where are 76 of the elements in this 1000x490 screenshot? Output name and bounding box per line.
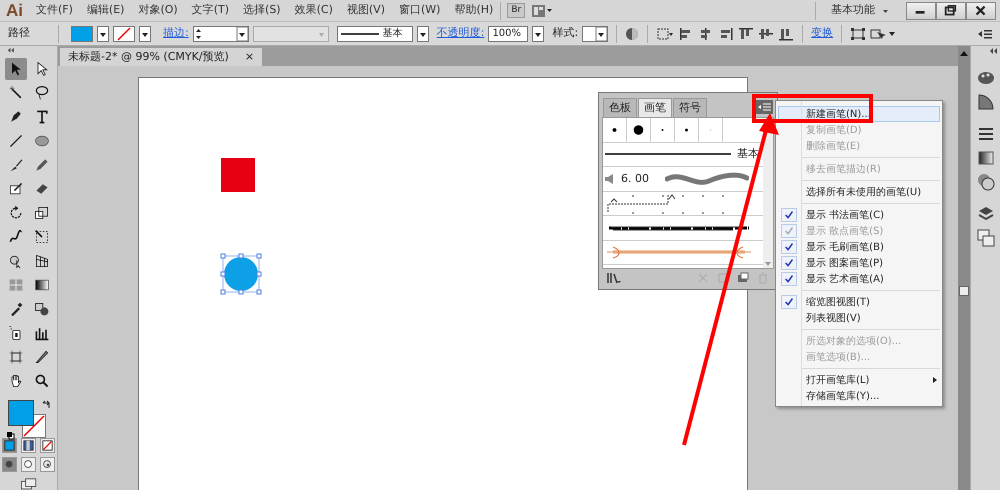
align-top-icon[interactable] bbox=[738, 26, 754, 40]
draw-behind-icon[interactable] bbox=[21, 457, 36, 472]
menu-item[interactable]: 窗口(W) bbox=[392, 2, 448, 19]
scroll-thumb[interactable] bbox=[959, 286, 969, 296]
menu-item[interactable]: 选择所有未使用的画笔(U) bbox=[778, 184, 940, 200]
menu-item[interactable]: 打开画笔库(L) bbox=[778, 372, 940, 388]
panel-tab[interactable]: 符号 bbox=[673, 98, 707, 117]
brush-library-icon[interactable] bbox=[607, 272, 621, 284]
calligraphic-brush-stroke[interactable] bbox=[665, 172, 749, 186]
artboards-icon[interactable] bbox=[976, 228, 996, 248]
align-bottom-icon[interactable] bbox=[778, 26, 794, 40]
color-mode-icon[interactable] bbox=[2, 438, 17, 454]
opacity-link[interactable]: 不透明度: bbox=[436, 25, 484, 42]
style-label: 样式: bbox=[552, 25, 578, 42]
align-right-icon[interactable] bbox=[718, 26, 734, 40]
none-mode-icon[interactable] bbox=[40, 438, 55, 454]
transform-link[interactable]: 变换 bbox=[811, 25, 834, 42]
dropdown-icon[interactable] bbox=[416, 26, 429, 42]
menu-item[interactable]: 显示 艺术画笔(A) bbox=[778, 271, 940, 287]
menu-item[interactable]: 显示 图案画笔(P) bbox=[778, 255, 940, 271]
panel-menu-icon[interactable] bbox=[755, 100, 773, 114]
object-type-label: 路径 bbox=[8, 25, 30, 42]
color-guide-icon[interactable] bbox=[976, 92, 996, 112]
bridge-button[interactable]: Br bbox=[507, 2, 526, 18]
menu-item[interactable]: 文字(T) bbox=[184, 2, 236, 19]
fill-color-swatch[interactable] bbox=[8, 400, 34, 426]
panel-tab[interactable]: 色板 bbox=[603, 98, 637, 117]
scrollbar[interactable] bbox=[958, 46, 970, 490]
align-middle-icon[interactable] bbox=[758, 26, 774, 40]
new-brush-icon[interactable] bbox=[737, 272, 749, 284]
dropdown-icon[interactable] bbox=[139, 26, 151, 42]
swap-icon[interactable] bbox=[42, 400, 50, 410]
stroke-line-icon bbox=[340, 32, 379, 36]
brush-name: 基本 bbox=[737, 146, 759, 162]
menu-item[interactable]: 显示 毛刷画笔(B) bbox=[778, 239, 940, 255]
dropdown-icon[interactable] bbox=[532, 26, 544, 42]
menu-item[interactable]: 选择(S) bbox=[236, 2, 288, 19]
brush-size: 6. 00 bbox=[621, 170, 649, 186]
menu-item[interactable]: 对象(O) bbox=[131, 2, 185, 19]
minimize-icon[interactable] bbox=[906, 2, 936, 20]
menu-item[interactable]: 列表视图(V) bbox=[778, 310, 940, 326]
panel-tab[interactable]: 画笔 bbox=[638, 98, 672, 117]
align-to-selection-icon[interactable] bbox=[656, 26, 674, 40]
workspace-switcher[interactable]: 基本功能 bbox=[824, 2, 882, 19]
stroke-link[interactable]: 描边: bbox=[163, 25, 189, 42]
menu-item[interactable]: 存储画笔库(Y)... bbox=[778, 388, 940, 404]
opacity-field[interactable]: 100% bbox=[488, 26, 528, 42]
dropdown-icon[interactable] bbox=[97, 26, 109, 42]
isolate-icon[interactable] bbox=[850, 26, 866, 40]
selection-tool-icon[interactable] bbox=[4, 58, 26, 80]
screen-mode-icon[interactable] bbox=[18, 478, 38, 490]
menu-item[interactable]: 编辑(E) bbox=[80, 2, 132, 19]
arrange-documents-icon[interactable] bbox=[531, 4, 554, 18]
restore-icon[interactable] bbox=[936, 2, 966, 20]
menu-item[interactable]: 视图(V) bbox=[340, 2, 392, 19]
gradient-mode-icon[interactable] bbox=[21, 438, 36, 454]
menu-item[interactable]: 文件(F) bbox=[29, 2, 80, 19]
panel-menu-icon[interactable] bbox=[978, 28, 992, 38]
close-icon[interactable] bbox=[966, 2, 996, 20]
app-logo: Ai bbox=[5, 0, 24, 20]
fill-swatch[interactable] bbox=[71, 26, 93, 42]
select-similar-icon[interactable] bbox=[870, 26, 896, 40]
transparency-icon[interactable] bbox=[976, 172, 996, 192]
style-swatch-dropdown[interactable] bbox=[582, 26, 608, 42]
menu-item[interactable]: 显示 书法画笔(C) bbox=[778, 207, 940, 223]
menu-item[interactable]: 帮助(H) bbox=[447, 2, 500, 19]
draw-inside-icon[interactable] bbox=[40, 457, 55, 472]
basic-brush-stroke[interactable] bbox=[603, 151, 733, 158]
document-tab[interactable]: 未标题-2* @ 99% (CMYK/预览) × bbox=[60, 48, 262, 66]
menu-item[interactable]: 效果(C) bbox=[288, 2, 340, 19]
stroke-profile-dropdown[interactable]: 基本 bbox=[336, 26, 413, 42]
recolor-icon[interactable] bbox=[625, 26, 640, 40]
stroke-weight-field[interactable] bbox=[192, 26, 249, 42]
menu-item[interactable]: 缩览图视图(T) bbox=[778, 294, 940, 310]
stroke-swatch-icon[interactable] bbox=[113, 26, 135, 42]
draw-normal-icon[interactable] bbox=[2, 457, 17, 472]
